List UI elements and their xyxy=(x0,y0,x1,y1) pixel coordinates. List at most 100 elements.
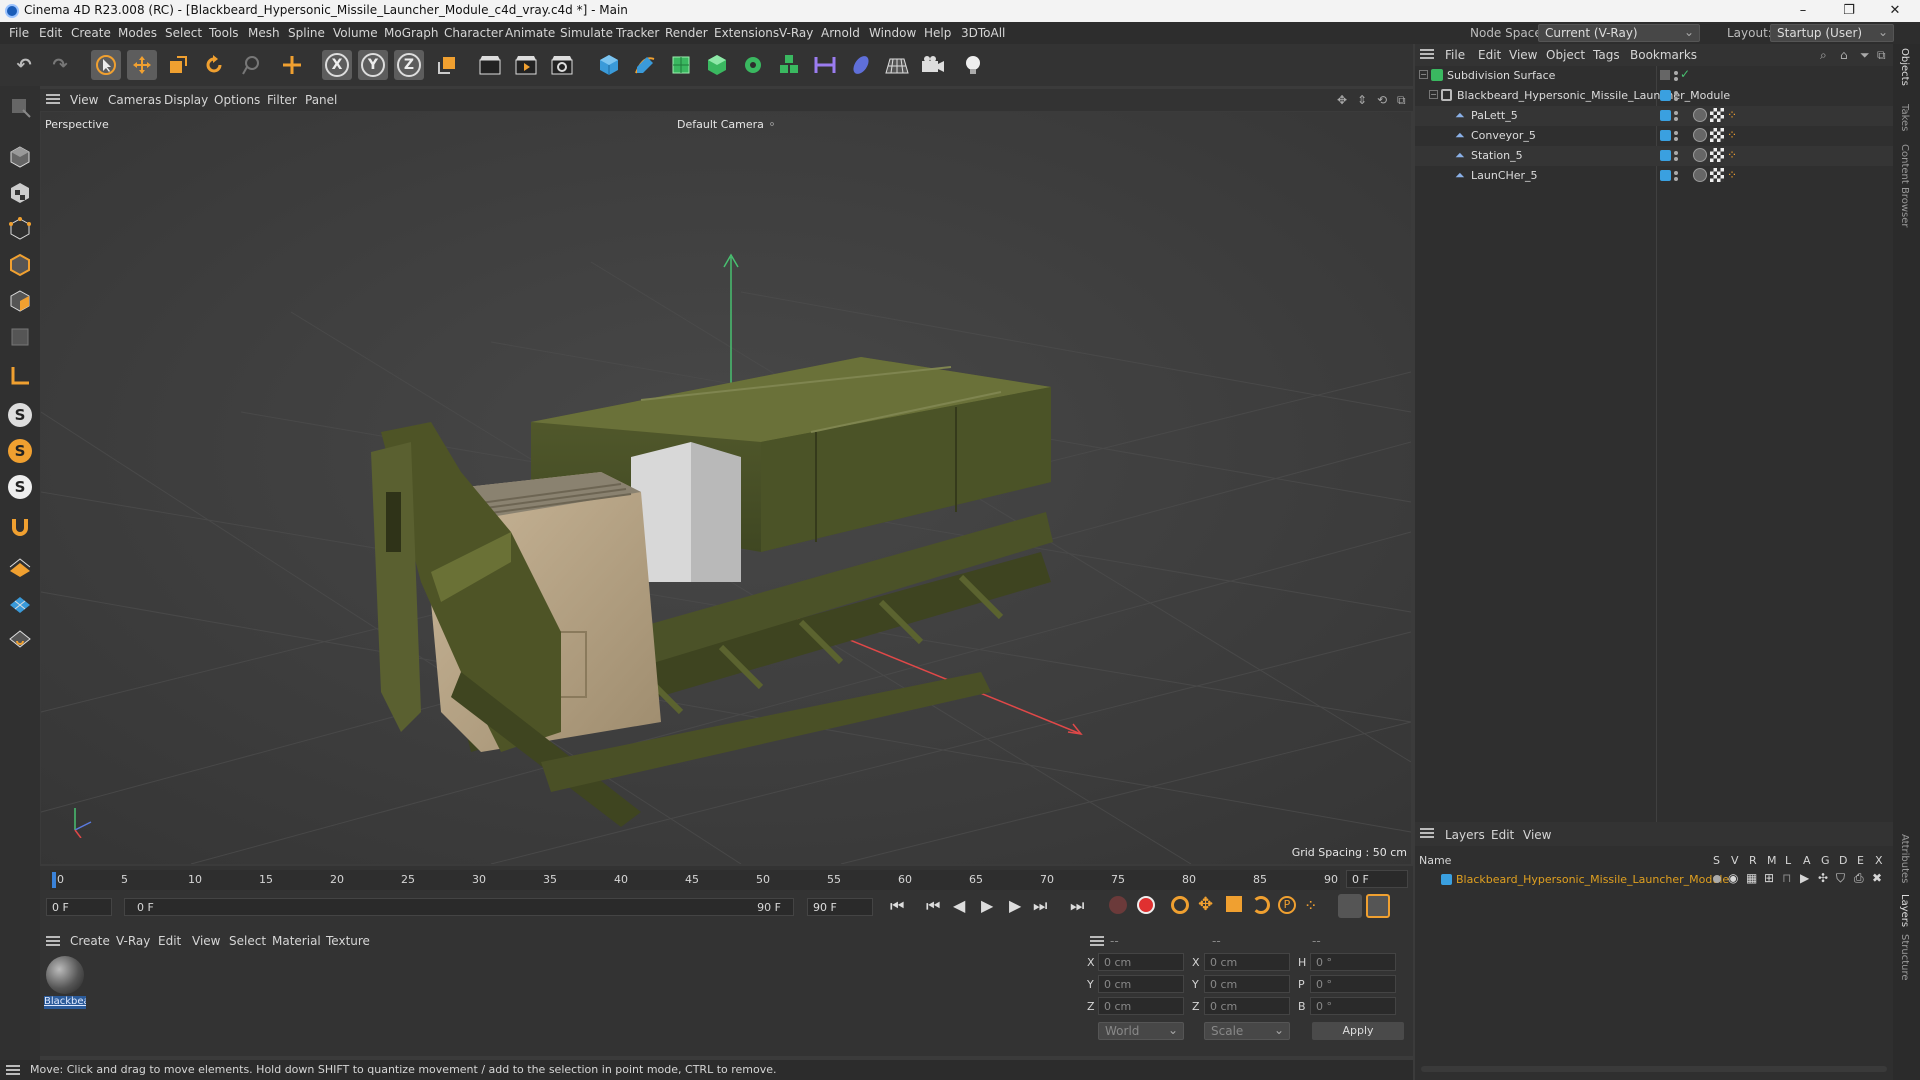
object-row-station[interactable]: ⏶ Station_5 ⁘ xyxy=(1415,146,1893,166)
viewport-menu-view[interactable]: View xyxy=(70,93,98,107)
frame-range-slider[interactable]: 0 F 90 F xyxy=(124,898,794,916)
object-row-module[interactable]: − Blackbeard_Hypersonic_Missile_Launcher… xyxy=(1415,86,1893,106)
play-icon[interactable]: ▶ xyxy=(981,896,993,915)
tab-structure[interactable]: Structure xyxy=(1899,934,1910,981)
visibility-editor-dot[interactable] xyxy=(1674,91,1678,95)
menu-extensions[interactable]: Extensions xyxy=(714,26,779,40)
menu-edit[interactable]: Edit xyxy=(39,26,62,40)
menu-vray[interactable]: V-Ray xyxy=(779,26,813,40)
subdivision-button[interactable] xyxy=(666,50,696,80)
visibility-render-dot[interactable] xyxy=(1674,157,1678,161)
viewport-maximize-icon[interactable]: ⧉ xyxy=(1397,93,1406,108)
select-tool-button[interactable] xyxy=(91,50,121,80)
material-tag-icon[interactable] xyxy=(1710,148,1724,162)
size-x-field[interactable]: 0 cm xyxy=(1204,953,1290,971)
key-scale-icon[interactable] xyxy=(1226,896,1242,912)
object-row-subdivision[interactable]: − Subdivision Surface ✓ xyxy=(1415,66,1893,86)
object-menu-file[interactable]: File xyxy=(1445,48,1465,62)
phong-tag-icon[interactable] xyxy=(1693,128,1707,142)
visibility-editor-dot[interactable] xyxy=(1674,171,1678,175)
go-to-end-icon[interactable]: ⏭ xyxy=(1070,896,1084,916)
field-button[interactable] xyxy=(846,50,876,80)
current-frame-field[interactable]: 0 F xyxy=(1346,870,1408,888)
animation-play-icon[interactable]: ▶ xyxy=(1800,871,1809,885)
viewport-menu-panel[interactable]: Panel xyxy=(305,93,337,107)
rotate-tool-button[interactable] xyxy=(199,50,229,80)
vray-tag-icon[interactable]: ⁘ xyxy=(1727,148,1737,162)
enabled-check-icon[interactable]: ✓ xyxy=(1680,67,1690,81)
minimize-button[interactable]: – xyxy=(1780,0,1826,22)
layer-swatch-empty[interactable] xyxy=(1660,70,1670,80)
menu-file[interactable]: File xyxy=(9,26,29,40)
scale-tool-button[interactable] xyxy=(163,50,193,80)
object-menu-tags[interactable]: Tags xyxy=(1593,48,1620,62)
record-keys-icon[interactable] xyxy=(1109,896,1127,914)
layer-menu-view[interactable]: View xyxy=(1523,828,1551,842)
phong-tag-icon[interactable] xyxy=(1693,148,1707,162)
point-mode-button[interactable] xyxy=(5,214,35,244)
menu-help[interactable]: Help xyxy=(924,26,951,40)
menu-simulate[interactable]: Simulate xyxy=(560,26,613,40)
workplane-button[interactable] xyxy=(5,552,35,582)
viewport-menu-cameras[interactable]: Cameras xyxy=(108,93,161,107)
prev-frame-icon[interactable]: ◀ xyxy=(953,896,965,915)
render-region-button[interactable] xyxy=(475,50,505,80)
material-tag-icon[interactable] xyxy=(1710,168,1724,182)
object-row-launcher[interactable]: ⏶ LaunCHer_5 ⁘ xyxy=(1415,166,1893,186)
pos-y-field[interactable]: 0 cm xyxy=(1098,975,1184,993)
manager-tree-icon[interactable]: ⊞ xyxy=(1764,871,1774,885)
layer-color-swatch[interactable] xyxy=(1660,110,1671,121)
playhead-marker[interactable] xyxy=(52,872,56,888)
object-menu-object[interactable]: Object xyxy=(1546,48,1585,62)
key-parameter-icon[interactable]: P xyxy=(1278,896,1296,914)
active-camera-label[interactable]: Default Camera ⚬ xyxy=(677,118,777,131)
material-tag-icon[interactable] xyxy=(1710,128,1724,142)
material-swatch[interactable]: Blackbea xyxy=(44,954,86,1010)
prev-key-icon[interactable]: ⏮ xyxy=(926,896,940,916)
object-menu-icon[interactable] xyxy=(1420,49,1434,59)
layer-color-swatch[interactable] xyxy=(1660,170,1671,181)
camera-button[interactable] xyxy=(918,50,948,80)
menu-mograph[interactable]: MoGraph xyxy=(384,26,439,40)
motion-path-icon[interactable] xyxy=(1338,894,1362,918)
size-y-field[interactable]: 0 cm xyxy=(1204,975,1290,993)
x-axis-lock-button[interactable]: X xyxy=(322,50,352,80)
object-row-palett[interactable]: ⏶ PaLett_5 ⁘ xyxy=(1415,106,1893,126)
pen-spline-button[interactable] xyxy=(630,50,660,80)
live-selection-button[interactable] xyxy=(235,50,265,80)
material-menu-vray[interactable]: V-Ray xyxy=(116,934,150,948)
visibility-editor-dot[interactable] xyxy=(1674,151,1678,155)
menu-tools[interactable]: Tools xyxy=(209,26,239,40)
end-frame-field[interactable]: 90 F xyxy=(807,898,873,916)
viewport-menu-options[interactable]: Options xyxy=(214,93,260,107)
uv-mode-button[interactable] xyxy=(5,322,35,352)
autokey-icon[interactable] xyxy=(1137,896,1155,914)
undo-button[interactable]: ↶ xyxy=(9,50,39,80)
visibility-editor-dot[interactable] xyxy=(1674,131,1678,135)
viewport-menu-filter[interactable]: Filter xyxy=(267,93,297,107)
viewport-pan-icon[interactable]: ✥ xyxy=(1337,93,1347,107)
pos-z-field[interactable]: 0 cm xyxy=(1098,997,1184,1015)
create-tool-button[interactable] xyxy=(277,50,307,80)
coordinate-system-button[interactable] xyxy=(432,50,462,80)
layer-row[interactable]: Blackbeard_Hypersonic_Missile_Launcher_M… xyxy=(1415,870,1893,890)
coords-menu-icon[interactable] xyxy=(1090,936,1104,946)
visibility-render-dot[interactable] xyxy=(1674,77,1678,81)
visibility-editor-dot[interactable] xyxy=(1674,111,1678,115)
object-menu-edit[interactable]: Edit xyxy=(1478,48,1501,62)
y-axis-lock-button[interactable]: Y xyxy=(358,50,388,80)
layer-color-swatch[interactable] xyxy=(1441,874,1452,885)
menu-animate[interactable]: Animate xyxy=(505,26,555,40)
material-menu-select[interactable]: Select xyxy=(229,934,266,948)
next-key-icon[interactable]: ⏭ xyxy=(1033,896,1047,916)
expression-icon[interactable]: ⎙ xyxy=(1854,871,1864,886)
menu-render[interactable]: Render xyxy=(665,26,708,40)
menu-volume[interactable]: Volume xyxy=(333,26,378,40)
coord-mode-dropdown[interactable]: Scale ⌄ xyxy=(1204,1022,1290,1040)
layer-menu-icon[interactable] xyxy=(1420,828,1434,838)
polygon-mode-button[interactable] xyxy=(5,286,35,316)
apply-button[interactable]: Apply xyxy=(1312,1022,1404,1040)
solo-toggle-icon[interactable] xyxy=(1713,875,1721,883)
menu-mesh[interactable]: Mesh xyxy=(248,26,280,40)
visibility-render-dot[interactable] xyxy=(1674,117,1678,121)
